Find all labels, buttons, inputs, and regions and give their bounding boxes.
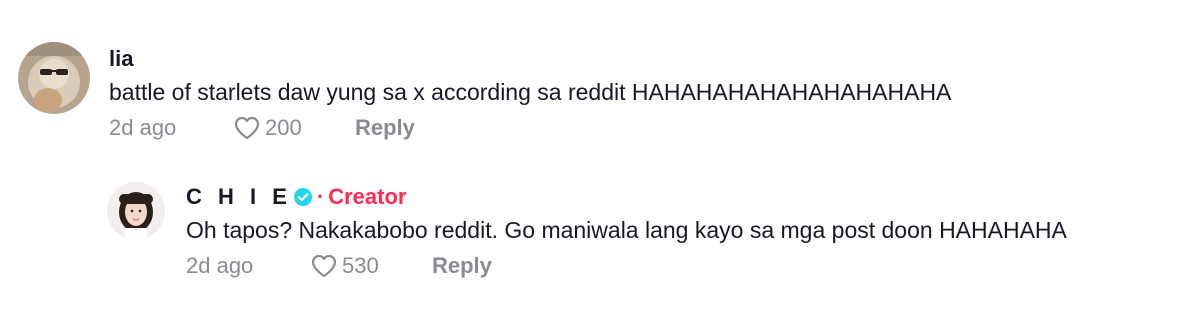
comment-meta: 2d ago 200 Reply bbox=[109, 112, 951, 144]
user-avatar-icon[interactable] bbox=[18, 42, 90, 114]
comment-body: lia battle of starlets daw yung sa x acc… bbox=[109, 42, 951, 144]
verified-badge-icon bbox=[293, 188, 312, 206]
comment-text: battle of starlets daw yung sa x accordi… bbox=[109, 79, 952, 105]
comment-text: Oh tapos? Nakakabobo reddit. Go maniwala… bbox=[186, 217, 1067, 243]
username-row: lia bbox=[109, 42, 951, 76]
user-avatar-icon[interactable] bbox=[107, 182, 165, 240]
heart-icon bbox=[234, 116, 260, 140]
comment-meta: 2d ago 530 Reply bbox=[186, 250, 1067, 282]
separator: · bbox=[316, 184, 325, 209]
reply-body: C H I E · Creator Oh tapos? Nakakabobo r… bbox=[186, 180, 1067, 282]
timestamp: 2d ago bbox=[109, 115, 177, 140]
like-count: 200 bbox=[265, 115, 302, 140]
reply-item: C H I E · Creator Oh tapos? Nakakabobo r… bbox=[107, 180, 1067, 282]
username[interactable]: lia bbox=[109, 46, 133, 72]
heart-icon bbox=[311, 254, 337, 278]
creator-badge: Creator bbox=[328, 184, 407, 209]
like-button[interactable]: 530 bbox=[310, 253, 432, 279]
reply-button[interactable]: Reply bbox=[355, 115, 415, 141]
timestamp: 2d ago bbox=[186, 253, 254, 278]
like-count: 530 bbox=[342, 253, 379, 278]
username-row: C H I E · Creator bbox=[186, 180, 1067, 214]
like-button[interactable]: 200 bbox=[233, 115, 355, 141]
reply-button[interactable]: Reply bbox=[432, 253, 492, 279]
comment-item: lia battle of starlets daw yung sa x acc… bbox=[18, 42, 951, 144]
username[interactable]: C H I E bbox=[186, 184, 292, 210]
